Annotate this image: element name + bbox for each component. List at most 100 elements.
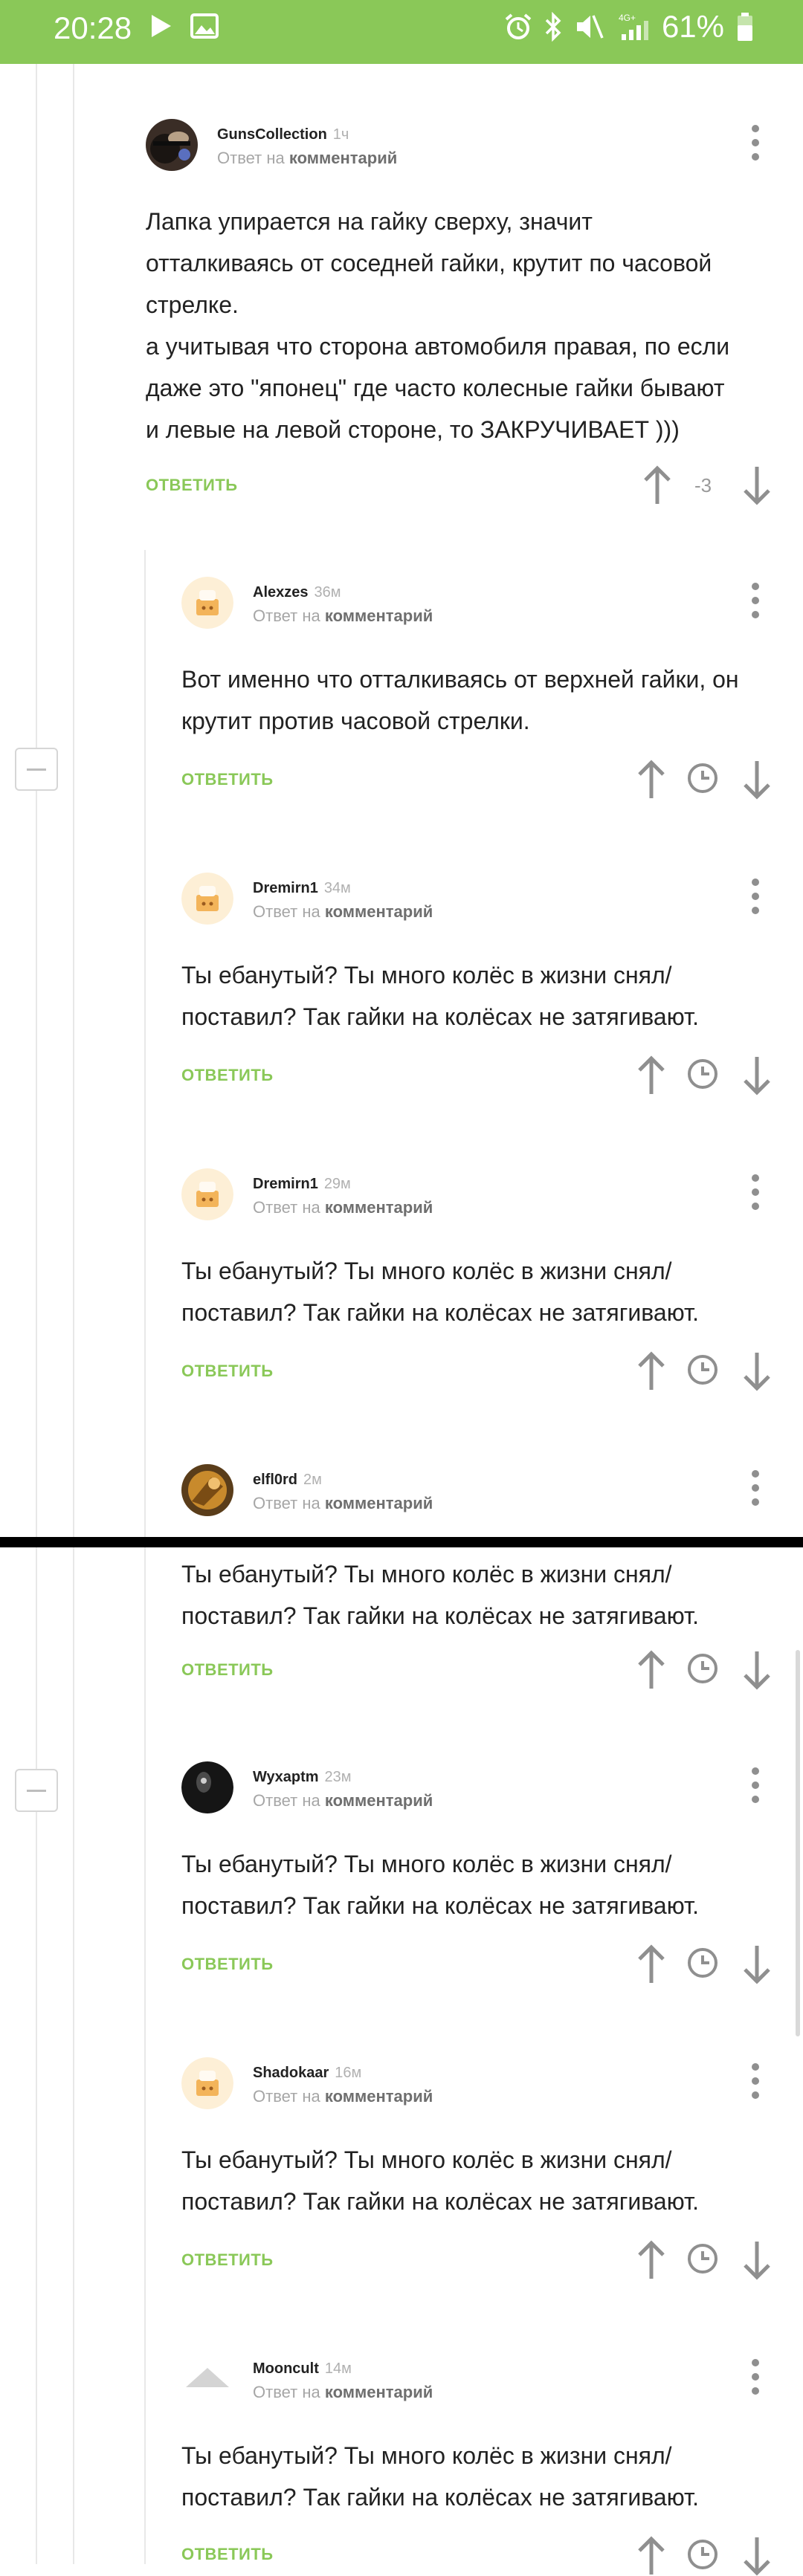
comment-author[interactable]: Dremirn1: [253, 1176, 318, 1192]
reply-to-link[interactable]: комментарий: [325, 1198, 433, 1217]
upvote-icon[interactable]: [635, 760, 668, 800]
clock-icon: [688, 2244, 717, 2274]
upvote-icon[interactable]: [635, 1944, 668, 1984]
reply-to-label: Ответ на комментарий: [253, 2383, 433, 2401]
reply-button[interactable]: ОТВЕТИТЬ: [181, 2250, 274, 2270]
reply-button[interactable]: ОТВЕТИТЬ: [181, 1660, 274, 1680]
user-avatar[interactable]: [181, 873, 233, 925]
more-menu-icon[interactable]: [741, 1763, 770, 1808]
clock-icon: [688, 1948, 717, 1978]
reply-to-link[interactable]: комментарий: [289, 149, 397, 167]
comment-author[interactable]: Shadokaar: [253, 2065, 329, 2081]
reply-button[interactable]: ОТВЕТИТЬ: [181, 1066, 274, 1085]
comment-time: 23м: [324, 1769, 352, 1785]
clock-icon: [688, 1355, 717, 1385]
status-time: 20:28: [54, 10, 132, 45]
scrollbar-thumb[interactable]: [796, 1650, 800, 2036]
downvote-icon[interactable]: [741, 2536, 773, 2576]
downvote-icon[interactable]: [741, 760, 773, 800]
more-menu-icon[interactable]: [741, 120, 770, 165]
comment-time: 14м: [324, 2360, 352, 2377]
more-menu-icon[interactable]: [741, 2059, 770, 2103]
user-avatar[interactable]: [181, 2057, 233, 2109]
clock-icon: [688, 1059, 717, 1089]
downvote-icon[interactable]: [741, 1650, 773, 1690]
upvote-icon[interactable]: [635, 2536, 668, 2576]
downvote-icon[interactable]: [741, 465, 773, 505]
screenshot-divider: [0, 1537, 803, 1547]
more-menu-icon[interactable]: [741, 578, 770, 623]
comment-text: Ты ебанутый? Ты много колёс в жизни снял…: [181, 1258, 700, 1326]
status-bar: 20:28 4G+ 61%: [0, 0, 803, 64]
comment-author[interactable]: Dremirn1: [253, 880, 318, 896]
image-icon: [190, 13, 219, 39]
alarm-icon: [505, 13, 532, 39]
comment-author[interactable]: elfl0rd: [253, 1472, 297, 1488]
reply-to-label: Ответ на комментарий: [253, 1198, 433, 1217]
reply-to-link[interactable]: комментарий: [325, 606, 433, 625]
reply-button[interactable]: ОТВЕТИТЬ: [181, 2545, 274, 2564]
comment-author[interactable]: Wyxaptm: [253, 1769, 319, 1785]
upvote-icon[interactable]: [635, 1650, 668, 1690]
reply-to-link[interactable]: комментарий: [325, 2087, 433, 2106]
user-avatar[interactable]: [181, 1761, 233, 1813]
reply-to-label: Ответ на комментарий: [253, 2087, 433, 2106]
comment-time: 1ч: [332, 126, 349, 143]
svg-text:4G+: 4G+: [619, 13, 636, 23]
comment-time: 2м: [303, 1472, 322, 1488]
upvote-icon[interactable]: [641, 465, 674, 505]
upvote-icon[interactable]: [635, 1351, 668, 1391]
play-icon: [152, 15, 171, 37]
comment-text: Лапка упирается на гайку сверху, значит …: [146, 208, 730, 443]
reply-to-label: Ответ на комментарий: [217, 149, 398, 167]
downvote-icon[interactable]: [741, 2240, 773, 2280]
comment-continued: Ты ебанутый? Ты много колёс в жизни снял…: [181, 1553, 773, 1690]
comment-time: 36м: [314, 584, 341, 601]
comment-text: Ты ебанутый? Ты много колёс в жизни снял…: [181, 1561, 700, 1629]
battery-percent: 61%: [661, 9, 724, 44]
reply-button[interactable]: ОТВЕТИТЬ: [181, 1362, 274, 1381]
comment-text: Ты ебанутый? Ты много колёс в жизни снял…: [181, 962, 700, 1030]
comment-author[interactable]: GunsCollection: [217, 126, 327, 143]
reply-to-link[interactable]: комментарий: [325, 1494, 433, 1512]
comment-text: Ты ебанутый? Ты много колёс в жизни снял…: [181, 2442, 700, 2511]
mute-icon: [576, 15, 604, 39]
reply-to-label: Ответ на комментарий: [253, 1791, 433, 1810]
reply-button[interactable]: ОТВЕТИТЬ: [181, 770, 274, 789]
comment-time: 29м: [323, 1176, 351, 1192]
upvote-icon[interactable]: [635, 2240, 668, 2280]
comment: elfl0rd 2м Ответ на комментарий: [181, 1464, 773, 1535]
user-avatar[interactable]: [181, 577, 233, 629]
comment-author[interactable]: Alexzes: [253, 584, 309, 601]
reply-to-link[interactable]: комментарий: [325, 2383, 433, 2401]
user-avatar[interactable]: [181, 1168, 233, 1220]
reply-to-link[interactable]: комментарий: [325, 1791, 433, 1810]
signal-icon: 4G+: [619, 13, 648, 40]
reply-button[interactable]: ОТВЕТИТЬ: [146, 476, 238, 495]
more-menu-icon[interactable]: [741, 874, 770, 919]
more-menu-icon[interactable]: [741, 2355, 770, 2399]
collapse-thread-button[interactable]: [15, 748, 58, 791]
downvote-icon[interactable]: [741, 1944, 773, 1984]
more-menu-icon[interactable]: [741, 1170, 770, 1214]
comment-time: 34м: [323, 880, 351, 896]
user-avatar[interactable]: [146, 119, 198, 171]
clock-icon: [688, 1654, 717, 1683]
upvote-icon[interactable]: [635, 1055, 668, 1096]
reply-to-label: Ответ на комментарий: [253, 902, 433, 921]
comment-time: 16м: [335, 2065, 362, 2081]
downvote-icon[interactable]: [741, 1351, 773, 1391]
downvote-icon[interactable]: [741, 1055, 773, 1096]
more-menu-icon[interactable]: [741, 1466, 770, 1510]
collapse-thread-button[interactable]: [15, 1769, 58, 1812]
reply-button[interactable]: ОТВЕТИТЬ: [181, 1955, 274, 1974]
comment-text: Вот именно что отталкиваясь от верхней г…: [181, 666, 739, 734]
comment-author[interactable]: Mooncult: [253, 2360, 319, 2377]
battery-icon: [738, 13, 752, 41]
clock-icon: [688, 2540, 717, 2569]
user-avatar[interactable]: [181, 1464, 233, 1516]
clock-icon: [688, 763, 717, 793]
reply-to-link[interactable]: комментарий: [325, 902, 433, 921]
comment-rating: -3: [694, 474, 712, 496]
user-avatar[interactable]: [181, 2353, 233, 2405]
